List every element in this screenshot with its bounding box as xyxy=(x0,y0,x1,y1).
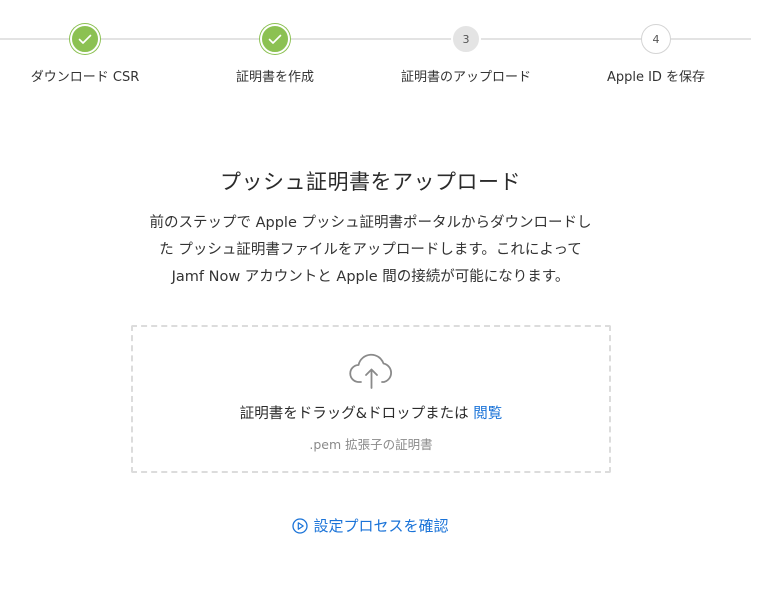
step-label: 証明書を作成 xyxy=(235,70,314,85)
review-link-label: 設定プロセスを確認 xyxy=(313,517,449,535)
description-line: 前のステップで Apple プッシュ証明書ポータルからダウンロードし xyxy=(149,215,592,231)
step-4-indicator: 4 xyxy=(641,24,671,54)
description-line: Jamf Now アカウントと Apple 間の接続が可能になります。 xyxy=(171,269,570,285)
page-title: プッシュ証明書をアップロード xyxy=(220,170,521,194)
dropzone-prompt-text: 証明書をドラッグ&ドロップまたは xyxy=(239,406,474,422)
step-1-indicator xyxy=(70,24,100,54)
cloud-upload-icon xyxy=(349,353,392,389)
step-create-certificate: 証明書を作成 xyxy=(175,24,375,85)
check-icon xyxy=(78,34,92,44)
step-3-indicator: 3 xyxy=(451,24,481,54)
certificate-dropzone[interactable]: 証明書をドラッグ&ドロップまたは 閲覧 .pem 拡張子の証明書 xyxy=(131,325,611,473)
step-download-csr: ダウンロード CSR xyxy=(0,24,185,85)
description: 前のステップで Apple プッシュ証明書ポータルからダウンロードし た プッシ… xyxy=(125,210,616,291)
step-save-apple-id: 4 Apple ID を保存 xyxy=(556,24,756,85)
step-label: Apple ID を保存 xyxy=(606,70,706,85)
dropzone-prompt: 証明書をドラッグ&ドロップまたは 閲覧 xyxy=(133,402,609,423)
progress-stepper: ダウンロード CSR 証明書を作成 3 証明書のアップロード 4 Apple I… xyxy=(0,0,771,100)
play-circle-icon xyxy=(292,518,309,534)
check-icon xyxy=(268,34,282,44)
step-label: ダウンロード CSR xyxy=(30,70,140,85)
step-upload-certificate: 3 証明書のアップロード xyxy=(366,24,566,85)
step-2-indicator xyxy=(260,24,290,54)
browse-link[interactable]: 閲覧 xyxy=(473,406,502,422)
description-line: た プッシュ証明書ファイルをアップロードします。これによって xyxy=(159,242,582,258)
file-type-hint: .pem 拡張子の証明書 xyxy=(309,437,433,452)
step-label: 証明書のアップロード xyxy=(400,70,531,85)
review-setup-process-link[interactable]: 設定プロセスを確認 xyxy=(0,515,741,536)
